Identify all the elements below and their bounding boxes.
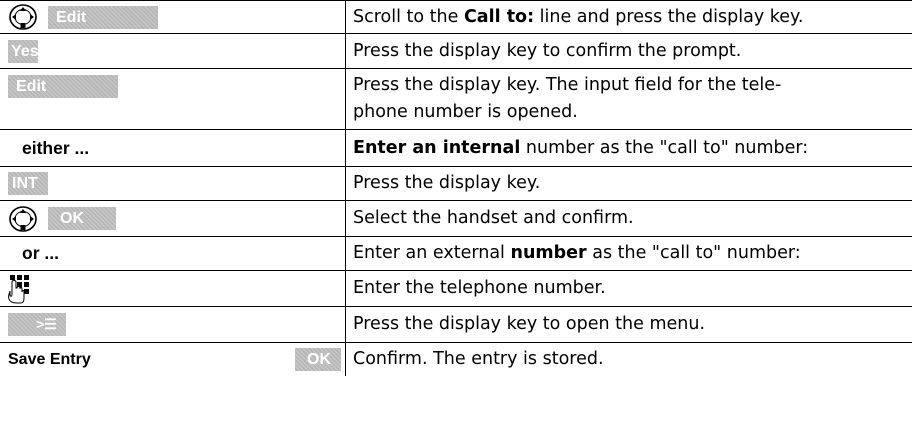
navigation-key-icon (9, 4, 37, 30)
table-row: or ... Enter an external number as the "… (0, 237, 912, 271)
instruction-text: Select the handset and confirm. (353, 208, 634, 228)
instruction-text: Press the display key. (353, 173, 541, 193)
key-cell: Yes (0, 34, 346, 68)
instruction-text: Enter an internal number as the "call to… (346, 130, 912, 166)
key-cell (0, 271, 346, 306)
text-part: as the "call to" number: (586, 243, 801, 263)
bold-term: Enter an internal (353, 137, 521, 158)
table-row: ˃☰ Press the display key to open the men… (0, 307, 912, 343)
key-cell: INT (0, 167, 346, 200)
instruction-text: Enter the telephone number. (353, 278, 606, 298)
table-row: Edit Scroll to the Call to: line and pre… (0, 0, 912, 34)
ok-softkey: OK (295, 348, 341, 371)
text-line: Press the display key. The input field f… (353, 75, 782, 95)
edit-softkey: Edit (8, 75, 118, 98)
instruction-text: Confirm. The entry is stored. (353, 349, 604, 369)
key-cell: Save Entry OK (0, 343, 346, 376)
navigation-key-icon (9, 205, 37, 232)
key-cell: Edit (0, 1, 346, 33)
table-row: Save Entry OK Confirm. The entry is stor… (0, 343, 912, 376)
save-entry-label: Save Entry (8, 350, 91, 368)
yes-softkey: Yes (8, 39, 39, 63)
key-cell: Edit (0, 69, 346, 129)
bold-term: number (510, 243, 587, 263)
instruction-text: Enter an external number as the "call to… (346, 237, 912, 270)
key-cell: ˃☰ (0, 307, 346, 342)
table-row: INT Press the display key. (0, 167, 912, 201)
key-cell: either ... (0, 130, 346, 166)
key-cell: or ... (0, 237, 346, 270)
table-row: Enter the telephone number. (0, 271, 912, 307)
ok-softkey: OK (48, 207, 116, 230)
instruction-text: Scroll to the Call to: line and press th… (346, 1, 912, 33)
either-label: either ... (22, 137, 90, 158)
text-part: line and press the display key. (534, 6, 804, 27)
menu-softkey: ˃☰ (8, 313, 66, 336)
instruction-text: Press the display key. The input field f… (346, 69, 912, 129)
text-part: number as the "call to" number: (520, 137, 809, 158)
text-part: Scroll to the (353, 6, 464, 27)
int-softkey: INT (8, 172, 48, 195)
or-label: or ... (22, 243, 59, 263)
text-line: phone number is opened. (353, 102, 578, 122)
table-row: OK Select the handset and confirm. (0, 201, 912, 237)
edit-softkey: Edit (48, 5, 158, 29)
text-part: Enter an external (353, 243, 511, 263)
key-cell: OK (0, 201, 346, 236)
instruction-table: Edit Scroll to the Call to: line and pre… (0, 0, 912, 376)
table-row: either ... Enter an internal number as t… (0, 130, 912, 167)
instruction-text: Press the display key to confirm the pro… (353, 40, 742, 61)
table-row: Edit Press the display key. The input fi… (0, 69, 912, 130)
bold-term: Call to: (463, 6, 535, 27)
instruction-text: Press the display key to open the menu. (353, 314, 706, 334)
keypad-icon (8, 274, 29, 303)
table-row: Yes Press the display key to confirm the… (0, 34, 912, 69)
